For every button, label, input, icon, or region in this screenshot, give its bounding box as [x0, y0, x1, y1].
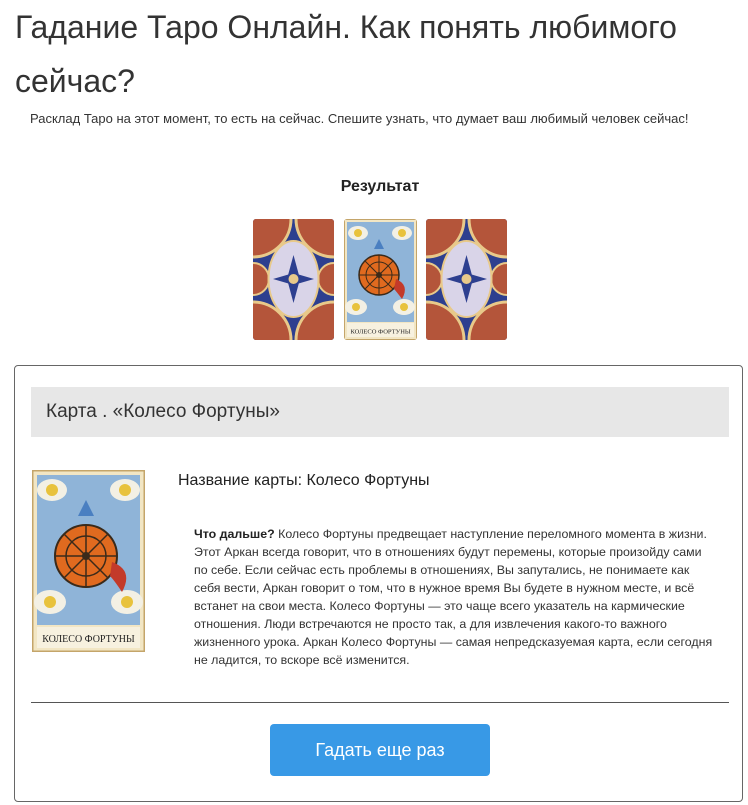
description-lead: Что дальше?: [194, 527, 275, 541]
divider: [31, 702, 729, 703]
big-card-caption: КОЛЕСО ФОРТУНЫ: [42, 634, 135, 645]
tarot-card-back-icon[interactable]: [426, 219, 507, 340]
tarot-card-back-icon[interactable]: [253, 219, 334, 340]
page-title: Гадание Таро Онлайн. Как понять любимого…: [15, 9, 677, 99]
result-heading: Результат: [340, 178, 420, 195]
description-text: Колесо Фортуны предвещает наступление пе…: [194, 527, 713, 667]
retry-button[interactable]: Гадать еще раз: [270, 724, 490, 776]
card-name: Название карты: Колесо Фортуны: [178, 472, 430, 489]
wheel-of-fortune-card-icon: КОЛЕСО ФОРТУНЫ: [30, 468, 147, 654]
page-intro: Расклад Таро на этот момент, то есть на …: [30, 111, 689, 126]
wheel-of-fortune-card-icon[interactable]: КОЛЕСО ФОРТУНЫ: [344, 219, 417, 340]
result-panel-header: Карта . «Колесо Фортуны»: [31, 387, 729, 437]
result-panel: Карта . «Колесо Фортуны» КОЛЕСО ФОРТУНЫ: [14, 365, 743, 802]
card-description: Что дальше? Колесо Фортуны предвещает на…: [194, 525, 714, 669]
small-card-caption: КОЛЕСО ФОРТУНЫ: [350, 329, 410, 336]
